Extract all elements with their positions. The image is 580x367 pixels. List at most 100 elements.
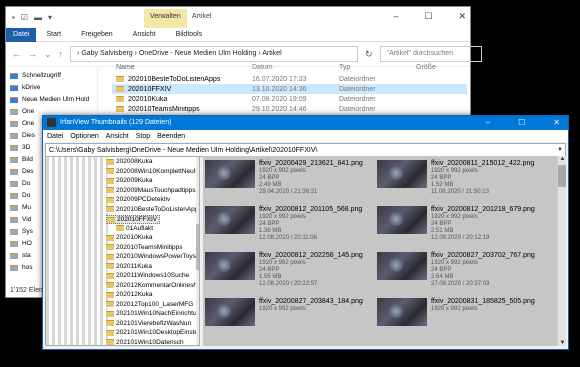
file-row[interactable]: 202010BesteToDoListenApps 16.07.2020 17:3… [112, 74, 467, 84]
tree-scroll-thumb[interactable] [196, 224, 199, 270]
sidebar-item[interactable]: HO [10, 240, 32, 247]
thumbnail-item[interactable]: ffxiv_20200827_203843_184.png 1920 x 992 … [203, 296, 378, 338]
maximize-button[interactable]: ☐ [518, 118, 525, 127]
scroll-up-icon[interactable]: ▲ [558, 156, 567, 162]
sidebar-item[interactable]: sta [10, 252, 31, 259]
tree-node[interactable]: 202008Win10KomplettNeuIn [106, 167, 199, 175]
tree-scrollbar[interactable] [196, 157, 199, 345]
tree-node[interactable]: 202009MausTouchpadtipps [106, 186, 198, 194]
sidebar-item[interactable]: One [10, 120, 34, 127]
chevron-down-icon[interactable]: ▼ [555, 147, 565, 153]
scroll-thumb[interactable] [558, 165, 566, 187]
sidebar-item[interactable]: Sys [10, 228, 33, 235]
tab-picture-tools[interactable]: Bildtools [166, 31, 212, 38]
tree-node[interactable]: 202101Win10NachEinrichtung [106, 310, 199, 317]
thumbnail-item[interactable]: ffxiv_20200812_202256_145.png 1920 x 992 … [203, 250, 378, 292]
sidebar-item[interactable]: Neue Medien Ulm Hold [10, 96, 89, 103]
sidebar-item[interactable]: One [10, 108, 34, 115]
column-size[interactable]: Größe [416, 64, 456, 71]
recent-dropdown-icon[interactable]: ⌄ [44, 49, 52, 60]
file-row[interactable]: 202010TeamsMinitipps 29.10.2020 14:46 Date… [112, 104, 467, 114]
minimize-button[interactable]: – [486, 118, 490, 127]
sidebar-item[interactable]: Dies [10, 132, 35, 139]
tree-node[interactable]: 202009Kuka [106, 177, 155, 184]
screenshot-thumbnail[interactable] [377, 298, 427, 326]
tab-view[interactable]: Ansicht [123, 31, 166, 38]
sidebar-item[interactable]: Do [10, 180, 30, 187]
sidebar-item[interactable]: Vid [10, 216, 31, 223]
tree-node[interactable]: 202012Kuka [106, 291, 155, 298]
sidebar-item[interactable]: Do [10, 192, 30, 199]
tree-node[interactable]: 202012Top100_LaserMFG [106, 300, 196, 308]
minimize-button[interactable]: – [393, 11, 398, 22]
path-combobox[interactable]: C:\Users\Gaby Salvisberg\OneDrive - Neue… [45, 143, 566, 157]
folder-icon[interactable]: ▬ [34, 13, 42, 22]
sidebar-item[interactable]: Bild [10, 156, 33, 163]
search-input[interactable]: "Artikel" durchsuchen [379, 46, 482, 62]
tree-node[interactable]: 202011Windows10Suche [106, 272, 192, 279]
screenshot-thumbnail[interactable] [205, 206, 255, 234]
column-name[interactable]: Name [112, 64, 252, 71]
thumbnail-filename: ffxiv_20200811_215012_422.png [431, 160, 535, 167]
tree-node[interactable]: 202010FFXIV [106, 215, 161, 224]
file-row[interactable]: 202010Kuka 07.08.2020 19:09 Dateiordner [112, 94, 467, 104]
tree-node[interactable]: 202011Kuka [106, 262, 155, 270]
tree-node[interactable]: 202101VierebeflzWasNun [106, 319, 194, 327]
file-row[interactable]: 202010FFXIV 13.10.2020 14:36 Dateiordner [112, 84, 467, 94]
sidebar-item[interactable]: Des [10, 168, 34, 175]
back-icon[interactable]: ← [12, 49, 21, 59]
checkbox-icon[interactable]: ☑ [21, 13, 28, 22]
close-button[interactable]: ✕ [553, 118, 560, 127]
sidebar-item[interactable]: kDrive [10, 84, 40, 91]
menu-stop[interactable]: Stop [136, 133, 150, 140]
menu-file[interactable]: Datei [47, 133, 63, 140]
tree-node[interactable]: 01Auflakt [116, 224, 156, 232]
breadcrumb[interactable]: › Gaby Salvisberg › OneDrive - Neue Medi… [70, 46, 359, 62]
context-tab-manage[interactable]: Verwalten [144, 9, 187, 28]
tree-node-label: 202011Windows10Suche [116, 272, 190, 279]
tree-node[interactable]: 202010WindowsPowerToys [106, 253, 198, 260]
tree-node[interactable]: 202101Win10Datensch [106, 338, 186, 345]
thumbnail-scrollbar[interactable]: ▲ ▼ [557, 156, 566, 346]
screenshot-thumbnail[interactable] [205, 252, 255, 280]
tree-node[interactable]: 202010BesteToDoListenApps [106, 205, 199, 213]
tab-file[interactable]: Datei [6, 27, 37, 42]
tab-start[interactable]: Start [36, 31, 71, 38]
maximize-button[interactable]: ☐ [424, 11, 432, 22]
menu-view[interactable]: Ansicht [106, 133, 129, 140]
tree-node[interactable]: 202009PCDetektiv [106, 196, 173, 203]
sidebar-item[interactable]: Schnellzugriff [10, 72, 61, 79]
up-icon[interactable]: ↑ [59, 49, 64, 59]
sidebar-item[interactable]: 3D [10, 144, 30, 151]
close-button[interactable]: ✕ [458, 11, 466, 22]
thumbnail-item[interactable]: ffxiv_20200429_213621_841.png 1920 x 992 … [203, 158, 378, 200]
screenshot-thumbnail[interactable] [205, 160, 255, 188]
tree-node[interactable]: 202010Kuka [106, 234, 155, 241]
thumbnail-item[interactable]: ffxiv_20200827_203702_767.png 1920 x 992 … [375, 250, 550, 292]
menu-exit[interactable]: Beenden [157, 133, 185, 140]
refresh-icon[interactable]: ↻ [365, 49, 373, 60]
screenshot-thumbnail[interactable] [377, 252, 427, 280]
tree-node[interactable]: 202101Win10DesktopEinstell [106, 329, 199, 336]
tree-node[interactable]: 202012KommentarOnlineshop [106, 281, 199, 289]
screenshot-thumbnail[interactable] [205, 298, 255, 326]
sidebar-item[interactable]: hos [10, 264, 32, 271]
thumbnail-item[interactable]: ffxiv_20200812_201218_679.png 1920 x 992 … [375, 204, 550, 246]
thumbnail-item[interactable]: ffxiv_20200812_201105_568.png 1920 x 992 … [203, 204, 378, 246]
screenshot-thumbnail[interactable] [377, 206, 427, 234]
folder-icon [106, 310, 114, 317]
dropdown-icon[interactable]: ▾ [48, 13, 52, 22]
menu-options[interactable]: Optionen [70, 133, 98, 140]
screenshot-thumbnail[interactable] [377, 160, 427, 188]
save-icon[interactable]: ▪ [12, 13, 15, 22]
sidebar-item[interactable]: Mu [10, 204, 31, 211]
thumbnail-item[interactable]: ffxiv_20200831_185825_505.png 1920 x 992 … [375, 296, 550, 338]
tree-node[interactable]: 202010TeamsMinitipps [106, 243, 185, 251]
tab-share[interactable]: Freigeben [71, 31, 123, 38]
scroll-down-icon[interactable]: ▼ [558, 340, 567, 346]
column-type[interactable]: Typ [339, 64, 416, 71]
column-date[interactable]: Datum [252, 64, 339, 71]
forward-icon[interactable]: → [28, 49, 37, 59]
thumbnail-item[interactable]: ffxiv_20200811_215012_422.png 1920 x 992 … [375, 158, 550, 200]
tree-node[interactable]: 202008Kuka [106, 158, 155, 165]
